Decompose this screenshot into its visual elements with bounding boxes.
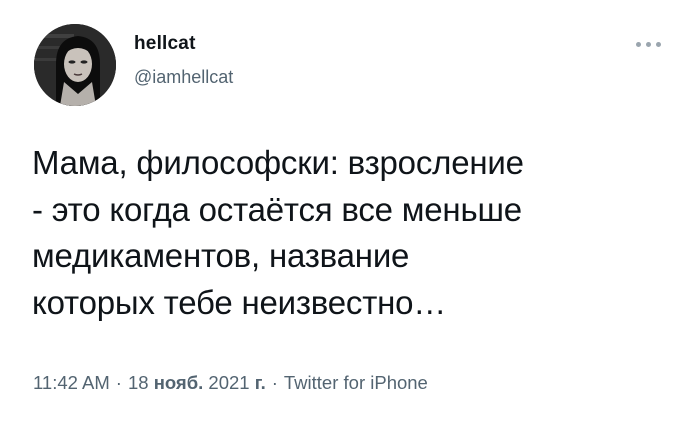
tweet-card: hellcat @iamhellcat Мама, философски: вз… — [0, 0, 700, 421]
meta-separator: · — [115, 372, 122, 393]
meta-separator: · — [271, 372, 278, 393]
more-dot — [646, 42, 651, 47]
author-block: hellcat @iamhellcat — [134, 33, 233, 88]
tweet-text-line: Мама, философски: взросление — [32, 144, 524, 181]
more-horizontal-icon — [636, 42, 641, 47]
timestamp-time[interactable]: 11:42 AM — [33, 372, 110, 393]
more-options-button[interactable] — [636, 34, 666, 54]
tweet-text-line: которых тебе неизвестно… — [32, 283, 447, 321]
avatar[interactable] — [34, 24, 116, 106]
more-dot — [656, 42, 661, 47]
timestamp-date-suffix[interactable]: г. — [255, 372, 266, 393]
username-handle[interactable]: @iamhellcat — [134, 66, 233, 88]
timestamp-date-month[interactable]: нояб. — [154, 372, 204, 393]
tweet-metadata: 11:42 AM · 18 нояб. 2021 г. · Twitter for iP… — [33, 372, 428, 394]
timestamp-date-year[interactable]: 2021 — [208, 372, 249, 393]
timestamp-date-day[interactable]: 18 — [128, 372, 149, 393]
display-name[interactable]: hellcat — [134, 33, 233, 55]
tweet-text: Мама, философски: взросление - это когда… — [32, 140, 682, 326]
tweet-text-line: - это когда остаётся все меньше — [32, 190, 522, 228]
tweet-text-line: медикаментов, название — [32, 237, 410, 274]
avatar-image — [34, 24, 116, 106]
source-app-link[interactable]: Twitter for iPhone — [284, 372, 428, 393]
